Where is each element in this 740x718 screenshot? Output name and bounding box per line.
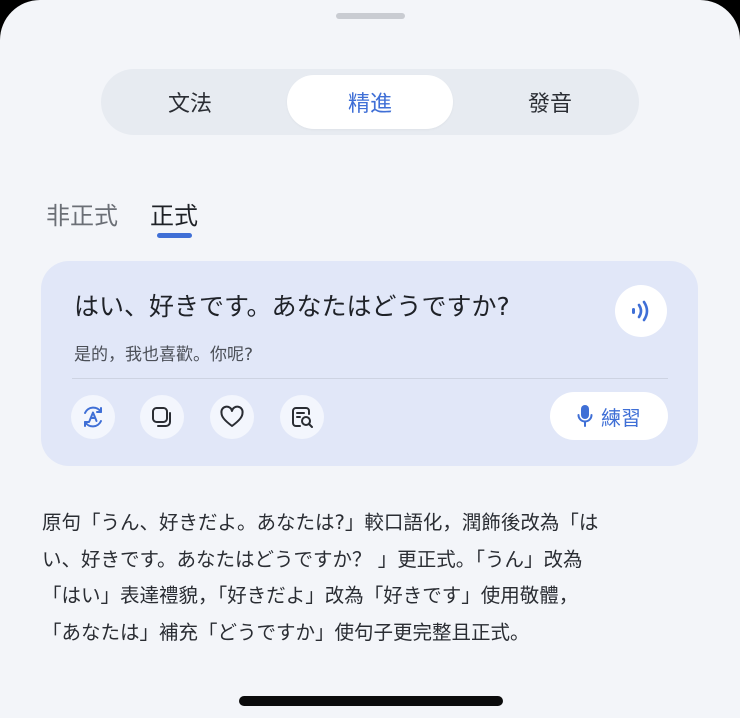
translation-text: 是的，我也喜歡。你呢? bbox=[74, 345, 254, 365]
favorite-button[interactable] bbox=[210, 395, 254, 439]
explanation-line: 「はい」表達禮貌，「好きだよ」改為「好きです」使用敬體， bbox=[42, 584, 579, 607]
tab-informal[interactable]: 非正式 bbox=[46, 196, 118, 231]
tab-grammar[interactable]: 文法 bbox=[107, 75, 273, 129]
tab-pronunciation[interactable]: 發音 bbox=[467, 75, 633, 129]
translate-button[interactable] bbox=[71, 395, 115, 439]
lookup-button[interactable] bbox=[280, 395, 324, 439]
heart-icon bbox=[220, 405, 244, 427]
tab-refine[interactable]: 精進 bbox=[287, 75, 453, 129]
active-tab-indicator bbox=[157, 233, 192, 238]
japanese-sentence: はい、好きです。あなたはどうですか? bbox=[74, 292, 510, 321]
microphone-icon bbox=[577, 405, 593, 427]
tab-formal[interactable]: 正式 bbox=[150, 196, 198, 231]
practice-label: 練習 bbox=[601, 405, 641, 430]
sheet-grabber[interactable] bbox=[336, 13, 405, 19]
explanation-text: 原句「うん、好きだよ。あなたは?」較口語化，潤飾後改為「は い、好きです。あなた… bbox=[42, 505, 702, 651]
explanation-line: 原句「うん、好きだよ。あなたは?」較口語化，潤飾後改為「は bbox=[42, 511, 599, 534]
explanation-line: い、好きです。あなたはどうですか？ 」更正式。「うん」改為 bbox=[42, 547, 583, 571]
practice-button[interactable]: 練習 bbox=[550, 392, 668, 440]
speak-button[interactable] bbox=[615, 285, 667, 337]
copy-button[interactable] bbox=[140, 395, 184, 439]
bottom-sheet: 文法 精進 發音 非正式 正式 はい、好きです。あなたはどうですか? 是的，我也… bbox=[0, 0, 740, 718]
sound-wave-icon bbox=[632, 300, 649, 322]
translate-icon bbox=[84, 406, 102, 428]
divider bbox=[72, 378, 668, 379]
search-doc-icon bbox=[292, 407, 313, 428]
suggestion-card: はい、好きです。あなたはどうですか? 是的，我也喜歡。你呢? 練習 bbox=[41, 261, 698, 466]
copy-icon bbox=[152, 407, 171, 427]
segmented-control: 文法 精進 發音 bbox=[101, 69, 639, 135]
explanation-line: 「あなたは」補充「どうですか」使句子更完整且正式。 bbox=[42, 620, 530, 644]
home-indicator[interactable] bbox=[239, 696, 503, 706]
